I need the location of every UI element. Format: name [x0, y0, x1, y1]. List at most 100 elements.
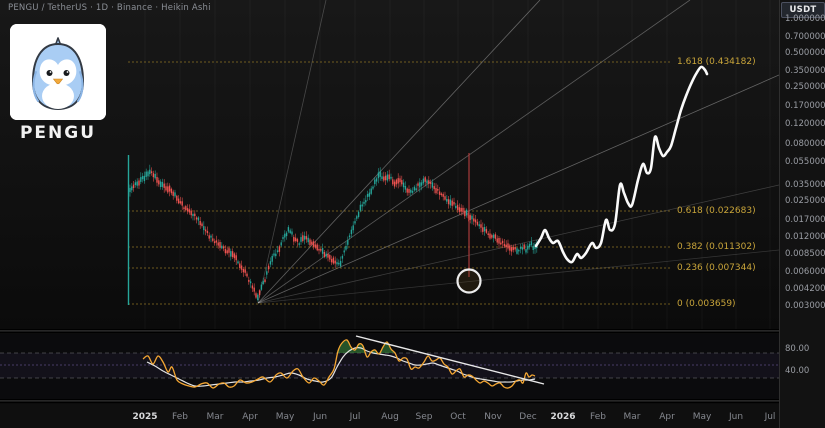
candle-body: [239, 264, 240, 268]
price-tick-label: 0.006000: [785, 267, 825, 277]
candle-body: [522, 247, 523, 249]
candle-body: [336, 262, 337, 264]
candle-body: [227, 250, 228, 253]
candle-body: [138, 181, 139, 186]
price-tick-label: 0.055000: [785, 157, 825, 167]
candle-body: [252, 286, 253, 289]
candle-body: [380, 171, 381, 177]
price-axis[interactable]: USDT 1.0000000.7000000.5000000.3500000.2…: [779, 0, 825, 428]
candle-body: [331, 259, 332, 262]
candle-body: [500, 243, 501, 245]
main-chart-pane[interactable]: [0, 0, 779, 329]
pengu-logo-image: [10, 24, 106, 120]
candle-body: [281, 242, 282, 245]
candle-body: [378, 173, 379, 179]
candle-body: [493, 235, 494, 238]
candle-body: [275, 254, 276, 256]
symbol-title[interactable]: PENGU / TetherUS · 1D · Binance · Heikin…: [8, 3, 211, 13]
candle-body: [232, 251, 233, 257]
indicator-tick-label: 80.00: [785, 344, 809, 354]
candle-body: [387, 175, 388, 181]
candle-body: [524, 245, 525, 249]
candle-body: [502, 241, 503, 244]
candle-body: [318, 249, 319, 251]
candle-body: [428, 180, 429, 184]
candle-body: [187, 208, 188, 211]
candle-body: [363, 202, 364, 204]
candle-body: [198, 218, 199, 221]
candle-body: [135, 182, 136, 185]
candle-body: [313, 241, 314, 247]
candle-body: [324, 252, 325, 257]
rsi-indicator-pane[interactable]: [0, 334, 779, 399]
time-axis-label: Dec: [519, 412, 536, 422]
crash-low-circle-annotation[interactable]: [458, 270, 481, 293]
price-tick-label: 0.080000: [785, 139, 825, 149]
candle-body: [174, 192, 175, 196]
candle-body: [327, 254, 328, 258]
candle-body: [461, 208, 462, 212]
pengu-logo-card: [10, 24, 106, 120]
time-axis-label: Feb: [590, 412, 606, 422]
candle-body: [306, 236, 307, 239]
price-tick-label: 0.700000: [785, 32, 825, 42]
candle-body: [180, 201, 181, 203]
pane-separator[interactable]: [0, 329, 779, 333]
candle-body: [293, 237, 294, 242]
candle-body: [453, 202, 454, 205]
candle-body: [178, 199, 179, 204]
candle-body: [358, 212, 359, 217]
candle-body: [479, 224, 480, 226]
time-axis-label: Mar: [207, 412, 224, 422]
candle-body: [248, 280, 249, 282]
candle-body: [137, 182, 138, 186]
time-axis-label: Oct: [450, 412, 466, 422]
price-tick-label: 0.170000: [785, 101, 825, 111]
candle-body: [466, 210, 467, 216]
indicator-tick-label: 40.00: [785, 366, 809, 376]
candle-body: [491, 235, 492, 237]
price-tick-label: 0.017000: [785, 215, 825, 225]
candle-body: [507, 243, 508, 248]
pane-separator-2[interactable]: [0, 399, 779, 403]
candle-body: [270, 261, 271, 264]
price-tick-label: 0.025000: [785, 196, 825, 206]
candle-body: [392, 179, 393, 184]
candle-body: [241, 266, 242, 270]
candle-body: [486, 229, 487, 233]
candle-body: [471, 216, 472, 220]
candle-body: [273, 254, 274, 256]
candle-body: [464, 211, 465, 216]
price-tick-label: 0.012000: [785, 232, 825, 242]
candle-body: [360, 205, 361, 211]
time-axis-label: Mar: [624, 412, 641, 422]
candle-body: [423, 179, 424, 184]
candle-body: [435, 188, 436, 193]
price-tick-label: 0.350000: [785, 66, 825, 76]
time-axis-label: Apr: [242, 412, 258, 422]
candle-body: [333, 258, 334, 264]
candle-body: [484, 227, 485, 231]
candle-body: [381, 176, 382, 179]
candle-body: [351, 230, 352, 235]
penguin-left-eye: [47, 70, 53, 76]
candle-body: [513, 247, 514, 250]
candle-body: [394, 182, 395, 187]
candle-body: [286, 233, 287, 237]
candle-body: [209, 235, 210, 238]
candle-body: [311, 242, 312, 245]
candle-body: [173, 192, 174, 196]
candle-body: [356, 216, 357, 218]
candle-body: [254, 288, 255, 292]
candle-body: [255, 293, 256, 297]
candle-body: [282, 237, 283, 239]
candle-body: [383, 177, 384, 181]
candle-body: [140, 177, 141, 182]
price-tick-label: 1.000000: [785, 14, 825, 24]
candle-body: [345, 246, 346, 250]
candle-body: [470, 215, 471, 220]
time-axis[interactable]: 2025FebMarAprMayJunJulAugSepOctNovDec202…: [0, 404, 779, 428]
candle-body: [147, 172, 148, 177]
candle-body: [347, 240, 348, 245]
candle-body: [153, 173, 154, 177]
